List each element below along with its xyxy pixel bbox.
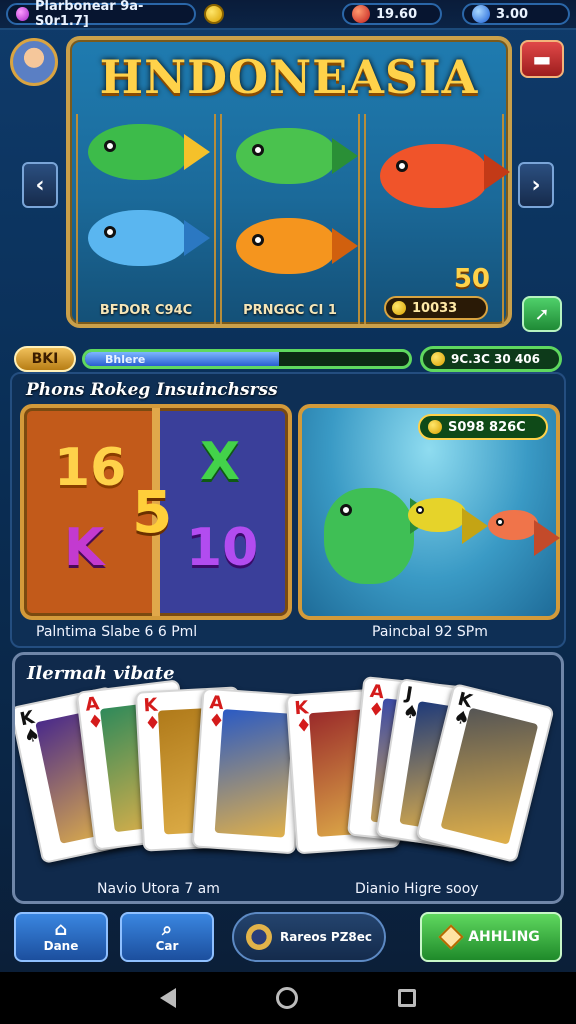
prev-arrow-button[interactable]: ‹ [22, 162, 58, 208]
left-caption: Palntima Slabe 6 6 Pml [36, 624, 198, 640]
share-icon: ➚ [534, 303, 550, 325]
progress-bar: Bhlere [82, 349, 412, 369]
menu-icon: ▬ [532, 47, 552, 71]
play-button[interactable]: AHHLING [420, 912, 562, 962]
card-suit-icon: ♠ [21, 724, 43, 748]
home-button[interactable]: ⌂ Dane [14, 912, 108, 962]
bet-tag[interactable]: BKI [14, 346, 76, 372]
blue-balance-pill[interactable]: 3.00 [462, 3, 570, 25]
search-button-label: Car [155, 939, 179, 953]
green-fish-icon [236, 128, 358, 184]
card-suit-icon: ♦ [86, 710, 105, 734]
blue-balance-value: 3.00 [496, 6, 529, 22]
right-caption: Dianio Higre sooy [355, 881, 479, 897]
system-navigation-bar [0, 972, 576, 1024]
jackpot-pill[interactable]: 9C.3C 30 406 [420, 346, 562, 372]
coin-icon [428, 420, 442, 434]
play-button-label: AHHLING [468, 929, 540, 945]
house-icon: ⌂ [54, 919, 68, 940]
chevron-left-icon: ‹ [35, 172, 45, 198]
symbol-5: 5 [132, 478, 173, 546]
slot-symbols-card[interactable]: 16 5 X K 10 [20, 404, 292, 620]
player-pill[interactable]: Plarbonear 9a-S0r1.7] [6, 0, 196, 29]
red-balance-value: 19.60 [376, 6, 418, 22]
reel-caption-2: PRNGGC CI 1 [243, 303, 337, 318]
red-fish-icon [488, 510, 560, 556]
symbol-10: 10 [186, 518, 259, 578]
progress-label: Bhlere [105, 352, 146, 366]
top-status-bar: Plarbonear 9a-S0r1.7] 19.60 3.00 [0, 0, 576, 30]
home-button-label: Dane [43, 939, 79, 953]
home-icon[interactable] [276, 987, 298, 1009]
symbol-16: 16 [54, 438, 127, 498]
card-rank: A ♦ [207, 692, 226, 733]
card-rank: K ♦ [143, 694, 162, 735]
card-rank: A ♦ [84, 693, 105, 734]
reel-column-2[interactable]: PRNGGC CI 1 [220, 114, 360, 324]
eel-icon [324, 488, 436, 584]
card-rank: K ♦ [293, 697, 313, 738]
recent-apps-icon[interactable] [398, 989, 416, 1007]
rewards-button[interactable]: Rareos PZ8ec [232, 912, 386, 962]
menu-button[interactable]: ▬ [520, 40, 564, 78]
slot-reel-panel: HNDONEASIA BFDOR C94C PRNGGC CI 1 50 100… [66, 36, 512, 328]
bottom-button-row: ⌂ Dane ⌕ Car Rareos PZ8ec AHHLING [14, 912, 562, 962]
diamond-icon [438, 924, 464, 950]
fish-scene-card[interactable]: S098 826C [298, 404, 560, 620]
left-caption: Navio Utora 7 am [97, 881, 220, 897]
symbol-k: K [64, 518, 105, 578]
progress-row: BKI Bhlere 9C.3C 30 406 [14, 346, 562, 372]
reel-column-3[interactable]: 50 [364, 114, 510, 324]
slot-title: HNDONEASIA [99, 50, 479, 104]
section-title: Ilermah vibate [27, 663, 175, 684]
card-rank: K ♠ [18, 706, 43, 748]
coin-icon [431, 352, 445, 366]
search-button[interactable]: ⌕ Car [120, 912, 214, 962]
blue-fish-icon [88, 210, 210, 266]
red-fish-icon [380, 144, 510, 208]
promo-section: Phons Rokeg Insuinchsrss 16 5 X K 10 S09… [10, 372, 566, 648]
card-suit-icon: ♦ [144, 712, 162, 735]
reel-caption-1: BFDOR C94C [99, 303, 193, 318]
orange-fish-icon [236, 218, 358, 274]
green-fish-icon [88, 124, 210, 180]
next-arrow-button[interactable]: › [518, 162, 554, 208]
symbol-x: X [200, 432, 241, 492]
red-orb-icon [352, 5, 370, 23]
reel-column-1[interactable]: BFDOR C94C [76, 114, 216, 324]
right-caption: Paincbal 92 SPm [372, 624, 488, 640]
gem-icon [16, 7, 30, 21]
card-suit-icon: ♦ [207, 710, 226, 733]
card-game-section: Ilermah vibate K ♠ A ♦ K ♦ A ♦ K ♦ A ♦ J ♠ K ♠ Navio Ut… [12, 652, 564, 904]
progress-fill: Bhlere [85, 352, 280, 366]
chevron-right-icon: › [531, 172, 541, 198]
coin-icon [245, 924, 272, 950]
card-art [440, 707, 539, 845]
share-button[interactable]: ➚ [522, 296, 562, 332]
card-suit-icon: ♠ [401, 700, 421, 725]
yellow-fish-icon [408, 498, 488, 544]
win-value: 10033 [412, 300, 458, 316]
card-suit-icon: ♦ [295, 715, 313, 738]
search-icon: ⌕ [161, 919, 173, 940]
card-suit-icon: ♦ [367, 698, 386, 722]
player-label: Plarbonear 9a-S0r1.7] [35, 0, 144, 29]
section-title: Phons Rokeg Insuinchsrss [26, 380, 278, 400]
multiplier-pill: S098 826C [418, 414, 548, 440]
jackpot-value: 9C.3C 30 406 [451, 352, 540, 366]
coin-icon[interactable] [204, 4, 224, 24]
multiplier-value: S098 826C [448, 419, 526, 435]
win-value-field: 10033 [384, 296, 488, 320]
red-balance-pill[interactable]: 19.60 [342, 3, 442, 25]
rewards-button-label: Rareos PZ8ec [279, 930, 373, 944]
coin-icon [392, 301, 406, 315]
win-badge: 50 [453, 264, 490, 294]
card-art [214, 709, 294, 838]
back-icon[interactable] [160, 988, 176, 1008]
avatar[interactable] [10, 38, 58, 86]
blue-orb-icon [472, 5, 490, 23]
